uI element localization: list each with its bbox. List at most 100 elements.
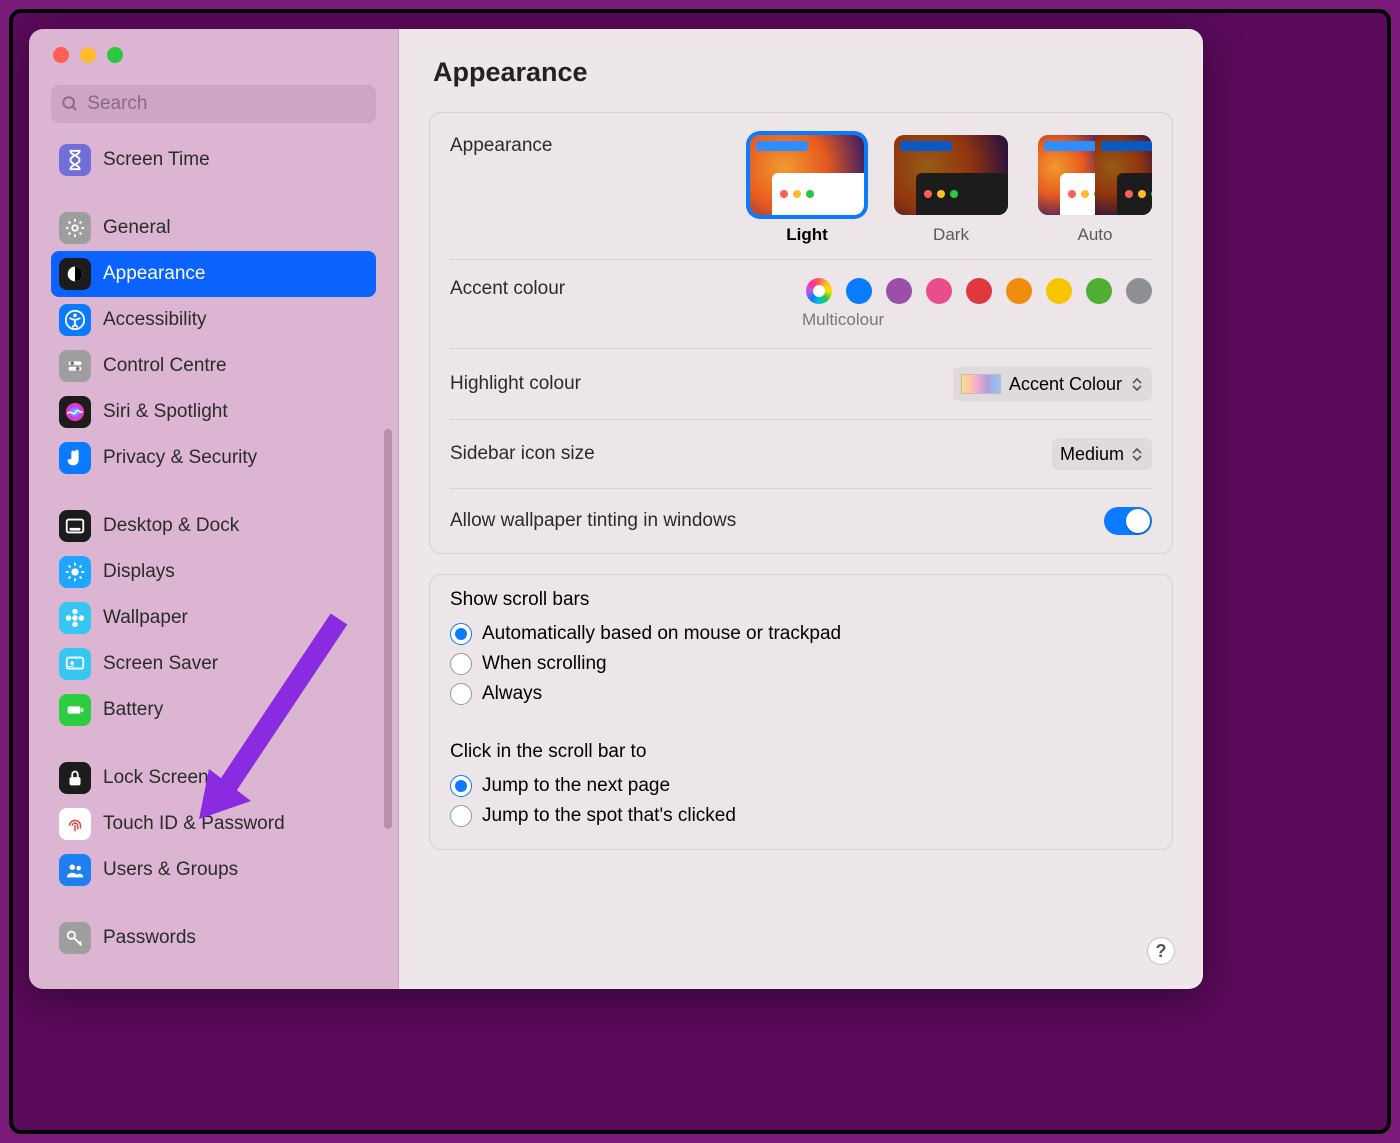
main-pane: Appearance Appearance Light Dark Auto Acce… [399,29,1203,989]
sidebar-item-label: Displays [103,561,175,583]
dock-icon [59,510,91,542]
sidebar-item-battery[interactable]: Battery [51,687,376,733]
radio-label: Always [482,683,542,705]
battery-icon [59,694,91,726]
accent-purple[interactable] [886,278,912,304]
sidebar-item-privacy-security[interactable]: Privacy & Security [51,435,376,481]
sidebar-icon-size-dropdown[interactable]: Medium [1052,438,1152,470]
sidebar-item-label: Screen Saver [103,653,218,675]
show-scroll-bars-label: Show scroll bars [450,589,1152,611]
sidebar-item-label: Siri & Spotlight [103,401,228,423]
sidebar-item-siri-spotlight[interactable]: Siri & Spotlight [51,389,376,435]
zoom-button[interactable] [107,47,123,63]
sun-icon [59,556,91,588]
appearance-icon [59,258,91,290]
accent-multicolour[interactable] [806,278,832,304]
click-scroll-label: Click in the scroll bar to [450,741,1152,763]
sidebar-item-wallpaper[interactable]: Wallpaper [51,595,376,641]
appearance-mode-picker: Light Dark Auto [750,135,1152,245]
appearance-mode-light[interactable]: Light [750,135,864,245]
accent-yellow[interactable] [1046,278,1072,304]
accent-orange[interactable] [1006,278,1032,304]
chevron-updown-icon [1130,378,1144,391]
radio-label: Automatically based on mouse or trackpad [482,623,841,645]
appearance-mode-caption: Auto [1038,225,1152,245]
appearance-card: Appearance Light Dark Auto Accent colour M… [429,112,1173,554]
key-icon [59,922,91,954]
highlight-gradient-swatch [961,374,1001,394]
sidebar-item-label: Control Centre [103,355,227,377]
system-settings-window: Screen Time General Appearance Accessibilit… [29,29,1203,989]
wallpaper-tinting-label: Allow wallpaper tinting in windows [450,510,736,532]
click-scroll-option-0[interactable]: Jump to the next page [450,771,1152,801]
sidebar-item-appearance[interactable]: Appearance [51,251,376,297]
sidebar-list[interactable]: Screen Time General Appearance Accessibilit… [29,133,398,989]
accent-green[interactable] [1086,278,1112,304]
accent-colour-label: Accent colour [450,278,565,300]
appearance-mode-auto[interactable]: Auto [1038,135,1152,245]
radio-icon [450,775,472,797]
screensaver-icon [59,648,91,680]
accessibility-icon [59,304,91,336]
scroll-card: Show scroll bars Automatically based on … [429,574,1173,850]
sidebar-item-touch-id-password[interactable]: Touch ID & Password [51,801,376,847]
fingerprint-icon [59,808,91,840]
close-button[interactable] [53,47,69,63]
sidebar-item-accessibility[interactable]: Accessibility [51,297,376,343]
window-controls [29,47,398,77]
lock-icon [59,762,91,794]
accent-blue[interactable] [846,278,872,304]
highlight-colour-dropdown[interactable]: Accent Colour [953,367,1152,401]
page-title: Appearance [429,57,1173,88]
accent-red[interactable] [966,278,992,304]
gear-icon [59,212,91,244]
appearance-mode-label: Appearance [450,135,552,157]
sidebar-item-lock-screen[interactable]: Lock Screen [51,755,376,801]
sidebar-item-screen-saver[interactable]: Screen Saver [51,641,376,687]
accent-graphite[interactable] [1126,278,1152,304]
appearance-mode-caption: Light [750,225,864,245]
minimize-button[interactable] [80,47,96,63]
accent-selected-label: Multicolour [802,310,884,330]
sidebar-item-control-centre[interactable]: Control Centre [51,343,376,389]
chevron-updown-icon [1130,448,1144,461]
appearance-mode-caption: Dark [894,225,1008,245]
sidebar-item-label: General [103,217,171,239]
sidebar-item-label: Passwords [103,927,196,949]
sidebar-item-displays[interactable]: Displays [51,549,376,595]
wallpaper-tinting-toggle[interactable] [1104,507,1152,535]
sidebar-item-screen-time[interactable]: Screen Time [51,137,376,183]
sidebar-item-label: Battery [103,699,163,721]
hourglass-icon [59,144,91,176]
radio-icon [450,683,472,705]
sidebar-item-label: Lock Screen [103,767,209,789]
hand-icon [59,442,91,474]
sidebar-item-general[interactable]: General [51,205,376,251]
users-icon [59,854,91,886]
radio-label: Jump to the next page [482,775,670,797]
sidebar-item-passwords[interactable]: Passwords [51,915,376,961]
show-scroll-option-2[interactable]: Always [450,679,1152,709]
sidebar-item-label: Accessibility [103,309,206,331]
appearance-mode-dark[interactable]: Dark [894,135,1008,245]
sidebar-item-label: Users & Groups [103,859,238,881]
radio-icon [450,653,472,675]
sidebar-item-users-groups[interactable]: Users & Groups [51,847,376,893]
search-field[interactable] [51,85,376,123]
sidebar-icon-size-value: Medium [1060,444,1124,465]
show-scroll-option-1[interactable]: When scrolling [450,649,1152,679]
click-scroll-option-1[interactable]: Jump to the spot that's clicked [450,801,1152,831]
sidebar-item-label: Screen Time [103,149,210,171]
sidebar-item-label: Privacy & Security [103,447,257,469]
show-scroll-option-0[interactable]: Automatically based on mouse or trackpad [450,619,1152,649]
accent-pink[interactable] [926,278,952,304]
sidebar-item-label: Touch ID & Password [103,813,285,835]
siri-icon [59,396,91,428]
sidebar-item-label: Desktop & Dock [103,515,239,537]
sidebar-item-desktop-dock[interactable]: Desktop & Dock [51,503,376,549]
help-button[interactable]: ? [1147,937,1175,965]
search-input[interactable] [87,93,366,115]
accent-colour-picker [806,278,1152,304]
sliders-icon [59,350,91,382]
sidebar-scrollbar[interactable] [384,429,392,829]
